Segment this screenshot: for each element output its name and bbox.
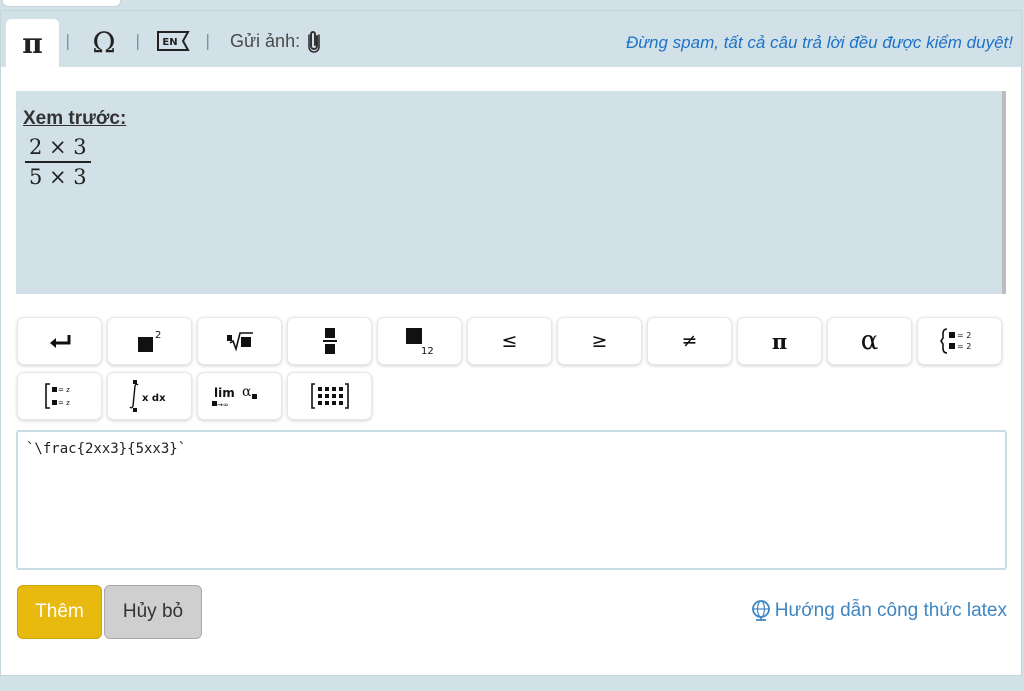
alpha-symbol: α [860, 326, 879, 356]
leq-button[interactable]: ≤ [467, 317, 552, 365]
sqrt-icon [226, 332, 253, 352]
matrix-icon [310, 383, 349, 409]
system-brace-icon: = 2 = 2 [939, 328, 971, 354]
formula-preview: Xem trước: 2 × 3 5 × 3 [16, 91, 1006, 294]
fraction-button[interactable] [287, 317, 372, 365]
moderation-notice: Đừng spam, tất cả câu trả lời đều được k… [626, 33, 1013, 52]
subscript-button[interactable]: 12 [377, 317, 462, 365]
superscript-icon: 2 [137, 330, 161, 352]
geq-button[interactable]: ≥ [557, 317, 642, 365]
subscript-icon: 12 [405, 328, 434, 356]
limit-button[interactable]: lim →∞ α [197, 372, 282, 420]
math-editor-panel: π | Ω | EN | Gửi ảnh: Đừng spam, tất cả … [0, 10, 1022, 676]
bracket-system-button[interactable]: = z = z [17, 372, 102, 420]
bracket-system-icon: = z = z [44, 383, 70, 409]
integral-button[interactable]: x dx [107, 372, 192, 420]
fraction-denominator: 5 × 3 [29, 164, 87, 189]
latex-guide-link[interactable]: Hướng dẫn công thức latex [750, 599, 1007, 623]
superscript-sample: 2 [155, 330, 161, 341]
limit-subscript: →∞ [217, 401, 229, 409]
preview-title: Xem trước: [23, 108, 127, 129]
latex-input[interactable]: `\frac{2xx3}{5xx3}` [16, 430, 1007, 570]
upload-image-button[interactable]: Gửi ảnh: [230, 29, 322, 53]
tab-separator: | [135, 31, 141, 50]
keyboard-en-icon: EN [157, 31, 190, 51]
previous-panel-edge [2, 0, 121, 7]
leq-symbol: ≤ [501, 330, 518, 352]
enter-arrow-icon [49, 335, 70, 348]
subscript-sample: 12 [421, 346, 434, 356]
upload-label: Gửi ảnh: [230, 30, 301, 51]
sqrt-button[interactable] [197, 317, 282, 365]
tab-symbols-omega[interactable]: Ω [87, 25, 121, 59]
paperclip-icon [308, 31, 320, 53]
tab-math-pi[interactable]: π [6, 19, 59, 68]
system-eq-row-2: = 2 [957, 342, 971, 351]
editor-tab-bar: π | Ω | EN | Gửi ảnh: Đừng spam, tất cả … [1, 11, 1021, 68]
integral-label: x dx [142, 393, 166, 404]
limit-icon: lim →∞ α [211, 384, 257, 409]
neq-button[interactable]: ≠ [647, 317, 732, 365]
limit-variable: α [242, 384, 252, 400]
newline-button[interactable] [17, 317, 102, 365]
system-equations-button[interactable]: = 2 = 2 [917, 317, 1002, 365]
geq-symbol: ≥ [591, 330, 608, 352]
fraction-icon [322, 328, 337, 354]
fraction-numerator: 2 × 3 [29, 135, 87, 159]
limit-label: lim [214, 386, 235, 400]
tab-separator: | [65, 31, 71, 50]
system-eq-row-1: = 2 [957, 331, 971, 340]
globe-icon [751, 600, 770, 621]
tab-language-en[interactable]: EN [156, 29, 190, 53]
cancel-button[interactable]: Hủy bỏ [104, 585, 202, 639]
matrix-button[interactable] [287, 372, 372, 420]
tab-separator: | [205, 31, 211, 50]
pi-button[interactable]: π [737, 317, 822, 365]
latex-guide-label: Hướng dẫn công thức latex [774, 600, 1007, 621]
add-button[interactable]: Thêm [17, 585, 102, 639]
language-label: EN [162, 37, 177, 48]
neq-symbol: ≠ [681, 330, 698, 352]
superscript-button[interactable]: 2 [107, 317, 192, 365]
integral-icon: x dx [129, 380, 166, 412]
preview-fraction: 2 × 3 5 × 3 [25, 135, 91, 189]
pi-symbol: π [771, 328, 788, 354]
bracket-row-1: = z [58, 386, 70, 394]
bracket-row-2: = z [58, 399, 70, 407]
alpha-button[interactable]: α [827, 317, 912, 365]
